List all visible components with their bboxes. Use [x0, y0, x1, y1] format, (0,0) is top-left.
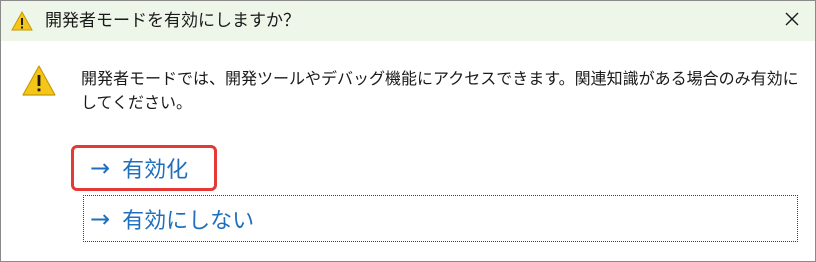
title-bar: 開発者モードを有効にしますか？ [1, 1, 815, 41]
enable-label: 有効化 [122, 158, 189, 183]
dialog-window: 開発者モードを有効にしますか？ 開発者モードでは、開発ツールやデバッグ機能にアク… [0, 0, 816, 262]
warning-icon [11, 10, 33, 32]
do-not-enable-button[interactable]: → 有効にしない [83, 195, 798, 242]
warning-icon [21, 63, 57, 99]
do-not-enable-label: 有効にしない [122, 208, 255, 234]
arrow-right-icon: → [90, 154, 111, 182]
dialog-title: 開発者モードを有効にしますか？ [45, 11, 300, 31]
dialog-message: 開発者モードでは、開発ツールやデバッグ機能にアクセスできます。関連知識がある場合… [81, 69, 799, 112]
close-button[interactable] [777, 6, 807, 36]
close-icon [784, 11, 800, 31]
arrow-right-icon: → [90, 204, 111, 233]
enable-button[interactable]: → 有効化 [71, 145, 217, 191]
